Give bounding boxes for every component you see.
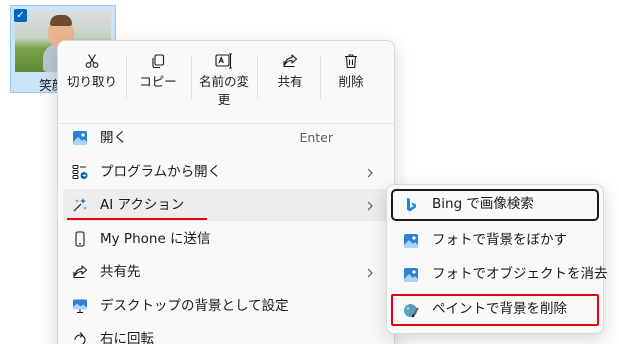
wallpaper-icon [72, 298, 88, 314]
menu-item-set-wallpaper[interactable]: デスクトップの背景として設定 [63, 290, 389, 322]
rename-icon [191, 49, 257, 73]
shortcut-hint: Enter [299, 130, 333, 145]
menu-item-label: 共有先 [100, 264, 141, 280]
submenu-item-paint-remove-background[interactable]: ペイントで背景を削除 [391, 294, 599, 326]
delete-button[interactable]: 削除 [318, 49, 384, 111]
thumbnail-subject-hair [50, 15, 72, 26]
menu-item-rotate-right[interactable]: 右に回転 [63, 323, 389, 344]
rename-button[interactable]: 名前の変更 [191, 49, 257, 111]
submenu-item-bing-image-search[interactable]: Bing で画像検索 [391, 189, 599, 221]
photos-icon [403, 267, 419, 283]
share-icon [72, 264, 88, 280]
chevron-right-icon [365, 200, 375, 211]
paint-icon [403, 302, 419, 318]
submenu-item-photos-blur-background[interactable]: フォトで背景をぼかす [391, 225, 599, 257]
menu-item-label: プログラムから開く [100, 164, 222, 180]
bing-icon [403, 197, 419, 213]
phone-icon [72, 231, 88, 247]
menu-item-ai-actions[interactable]: AI アクション [63, 189, 389, 221]
share-icon [257, 49, 323, 73]
copy-button[interactable]: コピー [125, 49, 191, 111]
submenu-item-label: ペイントで背景を削除 [432, 301, 567, 317]
copy-icon [125, 49, 191, 73]
photos-icon [403, 233, 419, 249]
share-button[interactable]: 共有 [257, 49, 323, 111]
chevron-right-icon [365, 167, 375, 178]
copy-label: コピー [139, 74, 177, 89]
menu-item-label: AI アクション [100, 197, 185, 213]
chevron-right-icon [365, 267, 375, 278]
submenu-item-label: フォトで背景をぼかす [432, 232, 567, 248]
submenu-item-label: フォトでオブジェクトを消去 [432, 266, 608, 282]
submenu-item-label: Bing で画像検索 [432, 196, 534, 212]
delete-label: 削除 [338, 74, 364, 89]
scissors-icon [59, 49, 125, 73]
cut-button[interactable]: 切り取り [59, 49, 125, 111]
context-menu: 切り取り コピー 名前の変更 共有 削除 開く Enter プログラムから開く … [57, 40, 395, 344]
ai-actions-submenu: Bing で画像検索 フォトで背景をぼかす フォトでオブジェクトを消去 ペイント… [386, 184, 608, 334]
annotation-underline [67, 218, 207, 220]
trash-icon [318, 49, 384, 73]
share-label: 共有 [277, 74, 303, 89]
selected-checkbox-icon[interactable]: ✓ [14, 9, 27, 22]
menu-item-open-with[interactable]: プログラムから開く [63, 156, 389, 188]
sparkle-icon [72, 197, 88, 213]
menu-item-send-to-phone[interactable]: My Phone に送信 [63, 223, 389, 255]
rotate-icon [72, 331, 88, 344]
submenu-item-photos-erase-object[interactable]: フォトでオブジェクトを消去 [391, 259, 608, 291]
apps-icon [72, 164, 88, 180]
cut-label: 切り取り [66, 74, 117, 89]
menu-item-label: My Phone に送信 [100, 231, 211, 247]
menu-item-open[interactable]: 開く Enter [63, 122, 389, 154]
menu-item-label: デスクトップの背景として設定 [100, 298, 289, 314]
image-icon [72, 130, 88, 146]
menu-item-label: 開く [100, 130, 127, 146]
context-menu-toolbar: 切り取り コピー 名前の変更 共有 削除 [58, 41, 394, 117]
menu-item-share-to[interactable]: 共有先 [63, 256, 389, 288]
rename-label: 名前の変更 [198, 74, 249, 107]
menu-item-label: 右に回転 [100, 331, 154, 344]
